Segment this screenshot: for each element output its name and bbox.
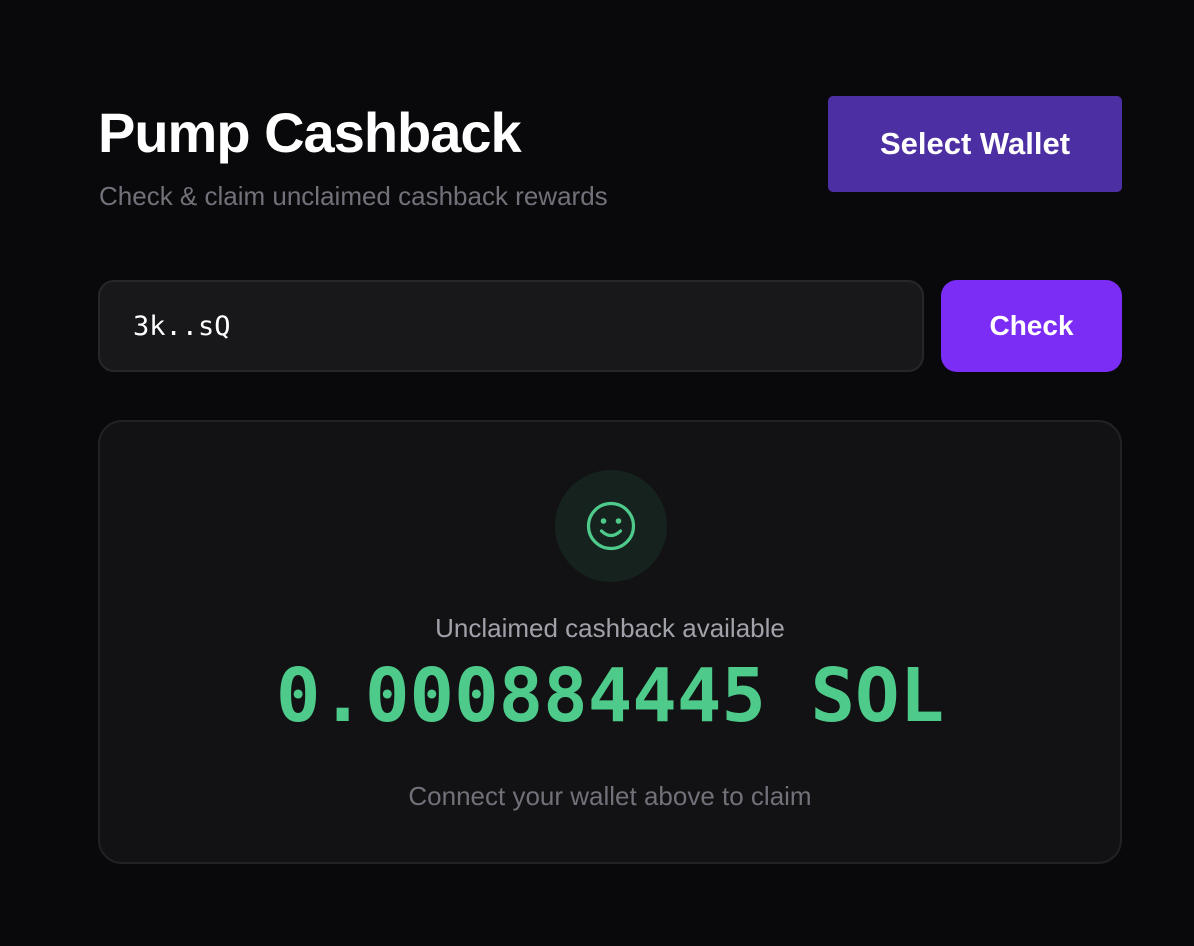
select-wallet-button[interactable]: Select Wallet	[828, 96, 1122, 192]
wallet-address-input[interactable]	[98, 280, 924, 372]
claim-hint: Connect your wallet above to claim	[408, 781, 812, 811]
status-icon-badge	[555, 470, 667, 582]
smiley-icon	[586, 501, 636, 551]
page: Pump Cashback Check & claim unclaimed ca…	[0, 0, 1194, 946]
check-button[interactable]: Check	[941, 280, 1122, 372]
page-subtitle: Check & claim unclaimed cashback rewards	[99, 181, 608, 211]
result-card: Unclaimed cashback available 0.000884445…	[98, 420, 1122, 864]
page-title: Pump Cashback	[98, 101, 522, 164]
cashback-label: Unclaimed cashback available	[435, 613, 785, 643]
cashback-amount: 0.000884445 SOL	[275, 653, 945, 739]
